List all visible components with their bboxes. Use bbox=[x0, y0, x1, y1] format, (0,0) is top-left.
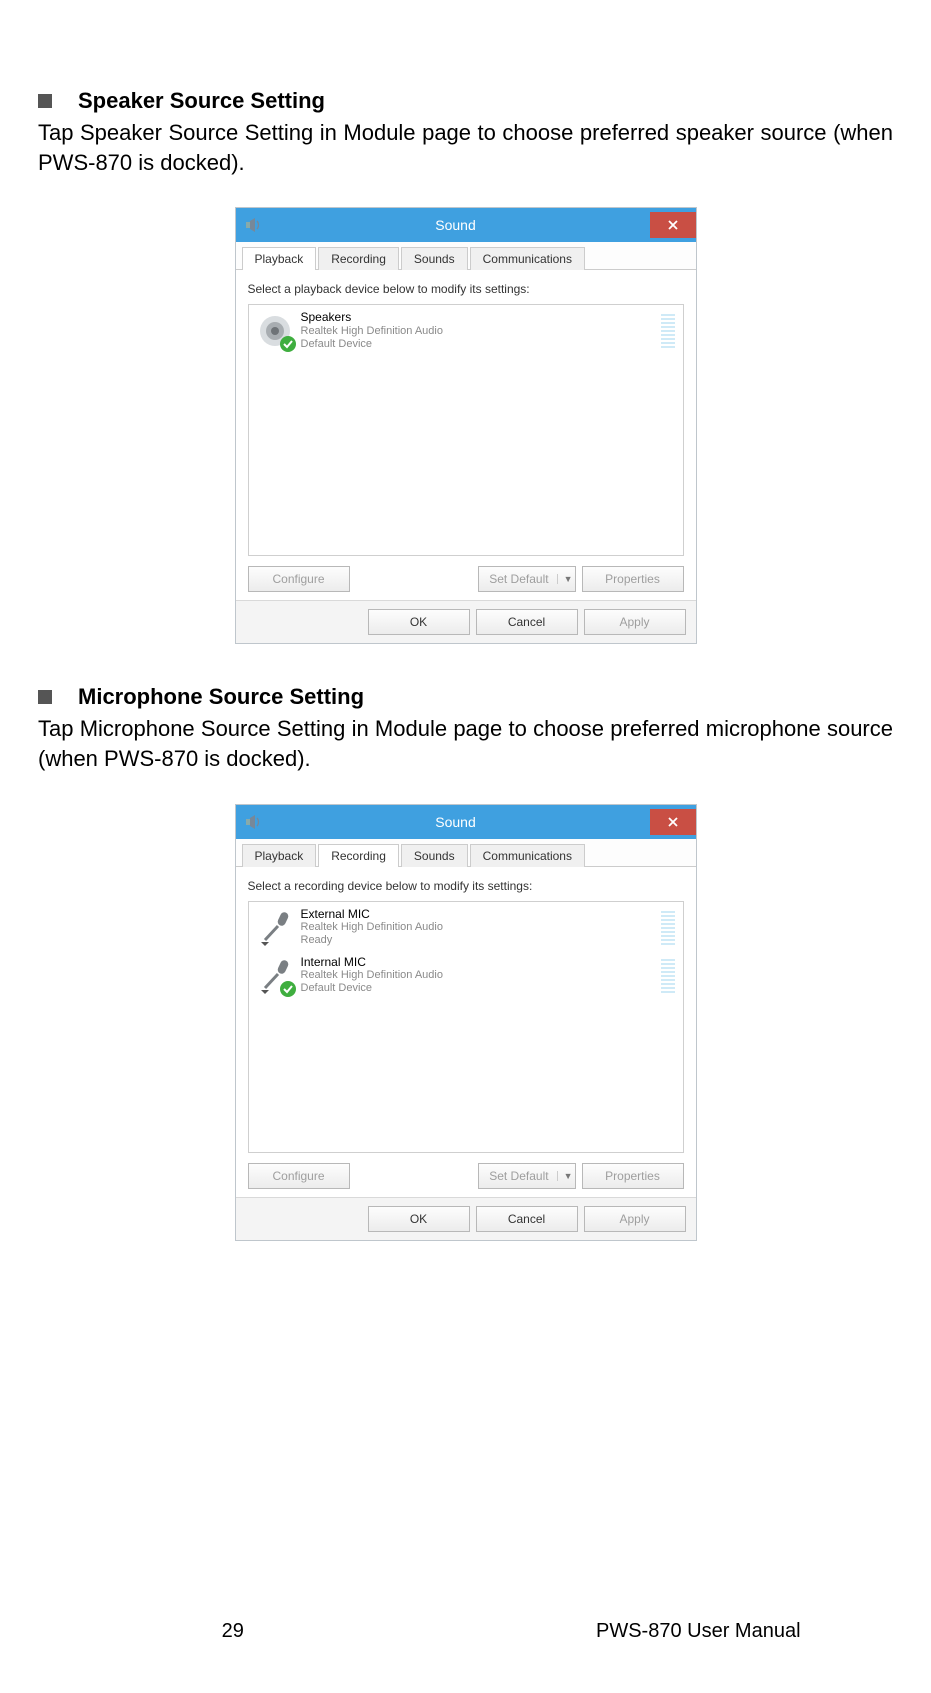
sound-window-icon bbox=[244, 813, 262, 831]
titlebar[interactable]: Sound bbox=[236, 805, 696, 839]
list-item[interactable]: Internal MIC Realtek High Definition Aud… bbox=[249, 954, 683, 1002]
device-name: Speakers bbox=[301, 311, 655, 324]
ok-button[interactable]: OK bbox=[368, 609, 470, 635]
bullet-square-icon bbox=[38, 94, 52, 108]
configure-button[interactable]: Configure bbox=[248, 1163, 350, 1189]
heading-speaker: Speaker Source Setting bbox=[78, 88, 325, 114]
tab-playback[interactable]: Playback bbox=[242, 844, 317, 867]
chevron-down-icon: ▼ bbox=[557, 574, 573, 584]
sound-dialog-playback: Sound Playback Recording Sounds Communic… bbox=[235, 207, 697, 644]
device-status: Default Device bbox=[301, 982, 655, 995]
tab-recording[interactable]: Recording bbox=[318, 247, 399, 270]
tab-sounds[interactable]: Sounds bbox=[401, 844, 468, 867]
microphone-device-icon bbox=[255, 956, 295, 996]
sound-dialog-recording: Sound Playback Recording Sounds Communic… bbox=[235, 804, 697, 1241]
set-default-button[interactable]: Set Default ▼ bbox=[478, 1163, 575, 1189]
titlebar[interactable]: Sound bbox=[236, 208, 696, 242]
bullet-heading-speaker: Speaker Source Setting bbox=[38, 88, 893, 114]
tab-sounds[interactable]: Sounds bbox=[401, 247, 468, 270]
apply-button[interactable]: Apply bbox=[584, 1206, 686, 1232]
cancel-button[interactable]: Cancel bbox=[476, 609, 578, 635]
level-meter-icon bbox=[659, 957, 677, 995]
device-list-playback[interactable]: Speakers Realtek High Definition Audio D… bbox=[248, 304, 684, 556]
window-title: Sound bbox=[262, 217, 650, 233]
device-status: Ready bbox=[301, 934, 655, 947]
device-driver: Realtek High Definition Audio bbox=[301, 325, 655, 338]
chevron-down-icon: ▼ bbox=[557, 1171, 573, 1181]
level-meter-icon bbox=[659, 909, 677, 947]
heading-microphone: Microphone Source Setting bbox=[78, 684, 364, 710]
bullet-square-icon bbox=[38, 690, 52, 704]
list-item[interactable]: External MIC Realtek High Definition Aud… bbox=[249, 906, 683, 954]
set-default-label: Set Default bbox=[489, 572, 548, 586]
close-button[interactable] bbox=[650, 212, 696, 238]
tabs-row: Playback Recording Sounds Communications bbox=[236, 839, 696, 867]
tab-recording[interactable]: Recording bbox=[318, 844, 399, 867]
configure-button[interactable]: Configure bbox=[248, 566, 350, 592]
paragraph-speaker: Tap Speaker Source Setting in Module pag… bbox=[38, 118, 893, 177]
level-meter-icon bbox=[659, 312, 677, 350]
default-check-icon bbox=[279, 335, 297, 353]
list-item[interactable]: Speakers Realtek High Definition Audio D… bbox=[249, 309, 683, 357]
properties-button[interactable]: Properties bbox=[582, 1163, 684, 1189]
page-number: 29 bbox=[0, 1620, 466, 1643]
tab-playback[interactable]: Playback bbox=[242, 247, 317, 270]
window-title: Sound bbox=[262, 814, 650, 830]
speaker-device-icon bbox=[255, 311, 295, 351]
paragraph-microphone: Tap Microphone Source Setting in Module … bbox=[38, 714, 893, 773]
device-name: Internal MIC bbox=[301, 956, 655, 969]
set-default-button[interactable]: Set Default ▼ bbox=[478, 566, 575, 592]
instruction-text: Select a playback device below to modify… bbox=[248, 282, 684, 296]
bullet-heading-microphone: Microphone Source Setting bbox=[38, 684, 893, 710]
tab-communications[interactable]: Communications bbox=[470, 844, 585, 867]
properties-button[interactable]: Properties bbox=[582, 566, 684, 592]
close-button[interactable] bbox=[650, 809, 696, 835]
page-footer: 29 PWS-870 User Manual bbox=[0, 1620, 931, 1643]
device-list-recording[interactable]: External MIC Realtek High Definition Aud… bbox=[248, 901, 684, 1153]
default-check-icon bbox=[279, 980, 297, 998]
tabs-row: Playback Recording Sounds Communications bbox=[236, 242, 696, 270]
device-status: Default Device bbox=[301, 338, 655, 351]
device-name: External MIC bbox=[301, 908, 655, 921]
cancel-button[interactable]: Cancel bbox=[476, 1206, 578, 1232]
manual-name: PWS-870 User Manual bbox=[466, 1620, 931, 1643]
sound-window-icon bbox=[244, 216, 262, 234]
microphone-device-icon bbox=[255, 908, 295, 948]
set-default-label: Set Default bbox=[489, 1169, 548, 1183]
tab-communications[interactable]: Communications bbox=[470, 247, 585, 270]
ok-button[interactable]: OK bbox=[368, 1206, 470, 1232]
device-driver: Realtek High Definition Audio bbox=[301, 921, 655, 934]
apply-button[interactable]: Apply bbox=[584, 609, 686, 635]
instruction-text: Select a recording device below to modif… bbox=[248, 879, 684, 893]
device-driver: Realtek High Definition Audio bbox=[301, 969, 655, 982]
